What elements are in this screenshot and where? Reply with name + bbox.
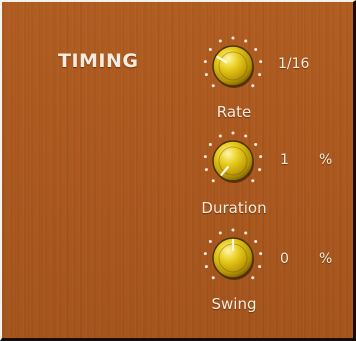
rotary-knob-icon [203, 228, 263, 280]
scale-dot [208, 48, 212, 52]
scale-dot [203, 155, 207, 159]
scale-dot [251, 179, 255, 183]
rotary-knob-icon [203, 36, 263, 88]
scale-dot [258, 265, 262, 269]
scale-dot [204, 168, 208, 172]
scale-dot [258, 73, 262, 77]
scale-dot [231, 228, 235, 232]
scale-dot [211, 179, 215, 183]
scale-dot [244, 134, 248, 138]
scale-dot [208, 240, 212, 244]
scale-dot [244, 39, 248, 43]
scale-dot [258, 168, 262, 172]
rate-knob[interactable] [200, 33, 266, 99]
swing-label: Swing [211, 295, 257, 313]
scale-dot [203, 252, 207, 256]
scale-dot [211, 276, 215, 280]
duration-value: 1 [280, 152, 289, 168]
scale-dot [218, 231, 222, 235]
scale-dot [218, 134, 222, 138]
rotary-knob-icon [203, 131, 263, 183]
scale-dot [208, 143, 212, 147]
scale-dot [251, 276, 255, 280]
scale-dot [254, 143, 258, 147]
scale-dot [259, 252, 263, 256]
scale-dot [218, 39, 222, 43]
scale-dot [254, 48, 258, 52]
scale-dot [259, 155, 263, 159]
duration-unit: % [319, 152, 333, 168]
rate-label: Rate [216, 103, 252, 121]
scale-dot [259, 60, 263, 64]
scale-dot [211, 84, 215, 88]
scale-dot [204, 73, 208, 77]
duration-label: Duration [201, 199, 267, 217]
scale-dot [231, 131, 235, 135]
timing-panel: TIMING Rate 1/16 Duration 1 % Swing 0 % [0, 0, 356, 341]
scale-dot [204, 265, 208, 269]
scale-dot [251, 84, 255, 88]
swing-knob[interactable] [200, 225, 266, 291]
duration-knob[interactable] [200, 128, 266, 194]
scale-dot [244, 231, 248, 235]
rate-value: 1/16 [278, 56, 310, 72]
scale-dot [203, 60, 207, 64]
scale-dot [254, 240, 258, 244]
swing-unit: % [319, 251, 333, 267]
scale-dot [231, 36, 235, 40]
section-title: TIMING [58, 50, 139, 72]
swing-value: 0 [280, 251, 289, 267]
